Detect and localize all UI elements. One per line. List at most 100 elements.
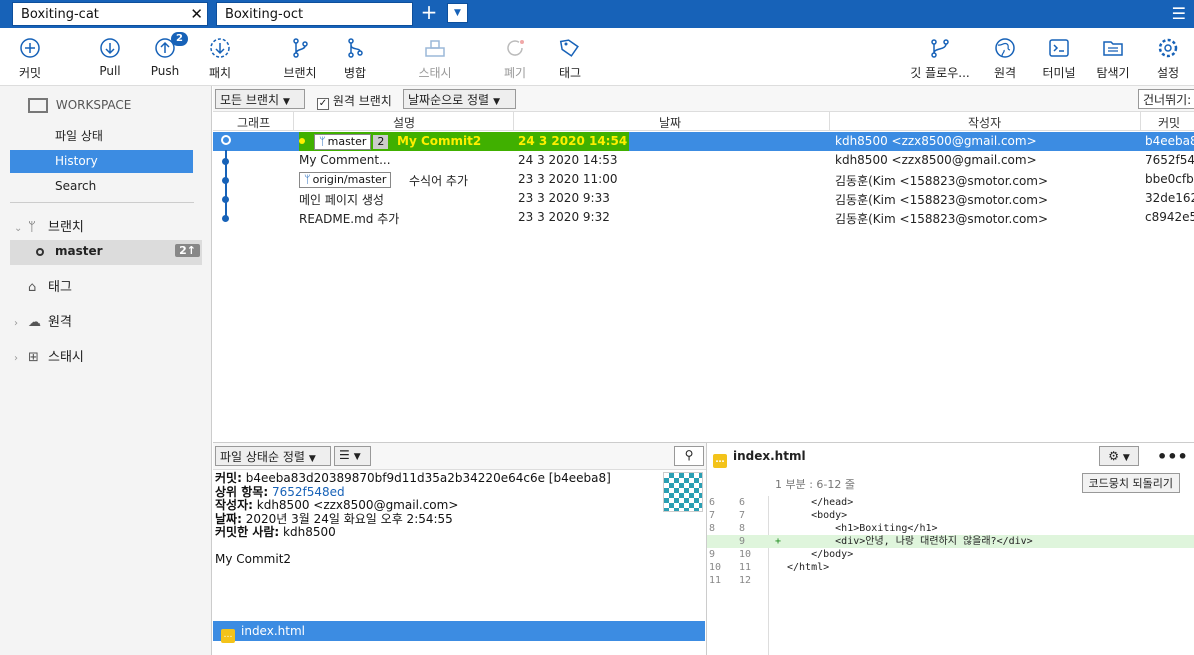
new-tab-plus-icon[interactable]: +: [418, 2, 440, 24]
push-button[interactable]: 2 Push: [135, 32, 195, 78]
stash-button[interactable]: 스태시: [405, 36, 465, 81]
search-icon: ⚲: [684, 448, 694, 462]
explorer-label: 탐색기: [1096, 66, 1130, 80]
committer-value: kdh8500: [283, 525, 336, 539]
sort-by-date-dropdown[interactable]: 날짜순으로 정렬 ▼: [403, 89, 516, 109]
jump-to-button[interactable]: 건너뛰기:: [1138, 89, 1194, 109]
close-icon[interactable]: ✕: [190, 5, 203, 23]
remote-button[interactable]: 원격: [975, 36, 1035, 81]
commit-date: 23 3 2020 9:32: [518, 210, 610, 224]
file-status-sort-dropdown[interactable]: 파일 상태순 정렬 ▼: [215, 446, 331, 466]
hamburger-menu-icon[interactable]: ☰: [1172, 4, 1186, 23]
table-row[interactable]: 메인 페이지 생성 23 3 2020 9:33 김동훈(Kim <158823…: [213, 189, 1194, 208]
chevron-down-icon: ▼: [308, 454, 316, 464]
sidebar-item-file-status[interactable]: 파일 상태: [10, 125, 193, 148]
git-flow-icon: [931, 39, 949, 58]
branches-section[interactable]: ⌄ ᛘ 브랜치: [14, 216, 84, 235]
commit-date: 24 3 2020 14:53: [518, 153, 618, 167]
tag-label: 태그: [558, 66, 582, 80]
commit-author: kdh8500 <zzx8500@gmail.com>: [835, 134, 1037, 148]
current-commit-icon: [221, 135, 231, 145]
diff-options-button[interactable]: ⚙ ▼: [1099, 446, 1139, 466]
commit-author: 김동훈(Kim <158823@smotor.com>: [835, 174, 1049, 188]
tag-icon: ⌂: [28, 280, 37, 295]
remote-branch-tag[interactable]: ᛘ origin/master: [299, 172, 392, 188]
remotes-label: 원격: [48, 315, 72, 330]
tab-boxiting-oct[interactable]: Boxiting-oct: [216, 2, 413, 26]
author-value: kdh8500 <zzx8500@gmail.com>: [256, 498, 459, 512]
commit-description: My Commit2: [397, 134, 482, 148]
fetch-button[interactable]: 패치: [190, 36, 250, 81]
commit-author: 김동훈(Kim <158823@smotor.com>: [835, 193, 1049, 207]
main-toolbar: 커밋 Pull 2 Push 패치 브랜치 병합 스태시 폐기 태그 깃 플로우…: [0, 28, 1194, 86]
description-column-header[interactable]: 설명: [393, 114, 415, 131]
commit-graph-node: [222, 158, 229, 165]
sidebar-item-label: History: [55, 154, 98, 168]
table-row[interactable]: ᛘ origin/master 수식어 추가 23 3 2020 11:00 김동…: [213, 170, 1194, 189]
commit-button[interactable]: 커밋: [0, 36, 60, 81]
diff-line: 10 11 </html>: [709, 562, 830, 573]
remote-branches-checkbox[interactable]: ✓ 원격 브랜치: [317, 92, 392, 110]
sidebar-item-master[interactable]: master 2↑: [10, 240, 202, 265]
modified-file-icon: …: [713, 454, 727, 468]
commit-hash: b4eeba8: [1145, 134, 1194, 148]
changed-file-item[interactable]: … index.html: [213, 621, 705, 643]
hunk-header: 1 부분 : 6-12 줄 코드뭉치 되돌리기: [707, 470, 1194, 496]
search-button[interactable]: ⚲: [674, 446, 704, 466]
commit-author: kdh8500 <zzx8500@gmail.com>: [835, 153, 1037, 167]
avatar: [663, 472, 703, 512]
terminal-icon: [1049, 39, 1069, 57]
table-row[interactable]: My Comment... 24 3 2020 14:53 kdh8500 <z…: [213, 151, 1194, 170]
stashes-label: 스태시: [48, 350, 84, 365]
pull-button[interactable]: Pull: [80, 36, 140, 78]
view-mode-dropdown[interactable]: ☰ ▼: [334, 446, 371, 466]
branch-button[interactable]: 브랜치: [270, 36, 330, 81]
table-row[interactable]: README.md 추가 23 3 2020 9:32 김동훈(Kim <158…: [213, 208, 1194, 227]
diff-header: … index.html ⚙ ▼ •••: [707, 442, 1194, 470]
current-branch-icon: [36, 248, 44, 256]
tab-boxiting-cat[interactable]: Boxiting-cat ✕: [12, 2, 208, 26]
list-icon: ☰: [339, 448, 350, 462]
workspace-header: WORKSPACE: [28, 98, 131, 113]
commit-column-header[interactable]: 커밋: [1158, 114, 1180, 131]
date-column-header[interactable]: 날짜: [659, 114, 681, 131]
arrow-down-circle-icon: [100, 38, 120, 58]
sidebar-item-history[interactable]: History: [10, 150, 193, 173]
table-row[interactable]: ᛘ master 2 My Commit2 24 3 2020 14:54 kdh8…: [213, 132, 1194, 151]
commit-hash: 32de162: [1145, 191, 1194, 205]
merge-button[interactable]: 병합: [325, 36, 385, 81]
revert-hunk-button[interactable]: 코드뭉치 되돌리기: [1081, 473, 1180, 493]
tags-section[interactable]: ⌂ 태그: [14, 276, 72, 295]
branch-tag[interactable]: ᛘ master: [314, 134, 372, 150]
remotes-section[interactable]: › ☁ 원격: [14, 311, 72, 330]
diff-file-title: … index.html: [713, 449, 806, 468]
commit-graph-node: [222, 215, 229, 222]
fetch-icon: [210, 38, 230, 58]
parent-hash-link[interactable]: 7652f548ed: [272, 485, 345, 499]
sidebar-item-search[interactable]: Search: [10, 175, 193, 198]
stashes-section[interactable]: › ⊞ 스태시: [14, 346, 84, 365]
tag-button[interactable]: 태그: [540, 36, 600, 81]
tab-dropdown-chevron-icon[interactable]: ▼: [447, 3, 468, 23]
jump-to-label: 건너뛰기:: [1143, 93, 1192, 107]
chevron-right-icon[interactable]: ›: [14, 318, 28, 329]
commit-date: 24 3 2020 14:54: [518, 134, 628, 148]
explorer-button[interactable]: 탐색기: [1083, 36, 1143, 81]
settings-button[interactable]: 설정: [1138, 36, 1194, 81]
remote-label: 원격: [993, 66, 1017, 80]
folder-icon: [1103, 41, 1123, 56]
discard-button[interactable]: 폐기: [485, 36, 545, 81]
commit-hash: c8942e5: [1145, 210, 1194, 224]
stash-icon: [425, 40, 445, 57]
more-options-icon[interactable]: •••: [1157, 447, 1188, 466]
terminal-button[interactable]: 터미널: [1029, 36, 1089, 81]
author-column-header[interactable]: 작성자: [968, 114, 1001, 131]
branch-icon: [293, 38, 308, 58]
git-flow-button[interactable]: 깃 플로우...: [910, 36, 970, 81]
chevron-right-icon[interactable]: ›: [14, 353, 28, 364]
chevron-down-icon[interactable]: ⌄: [14, 223, 28, 234]
commit-hash: bbe0cfb: [1145, 172, 1194, 186]
commit-author: 김동훈(Kim <158823@smotor.com>: [835, 212, 1049, 226]
graph-column-header[interactable]: 그래프: [237, 114, 270, 131]
all-branches-dropdown[interactable]: 모든 브랜치 ▼: [215, 89, 305, 109]
